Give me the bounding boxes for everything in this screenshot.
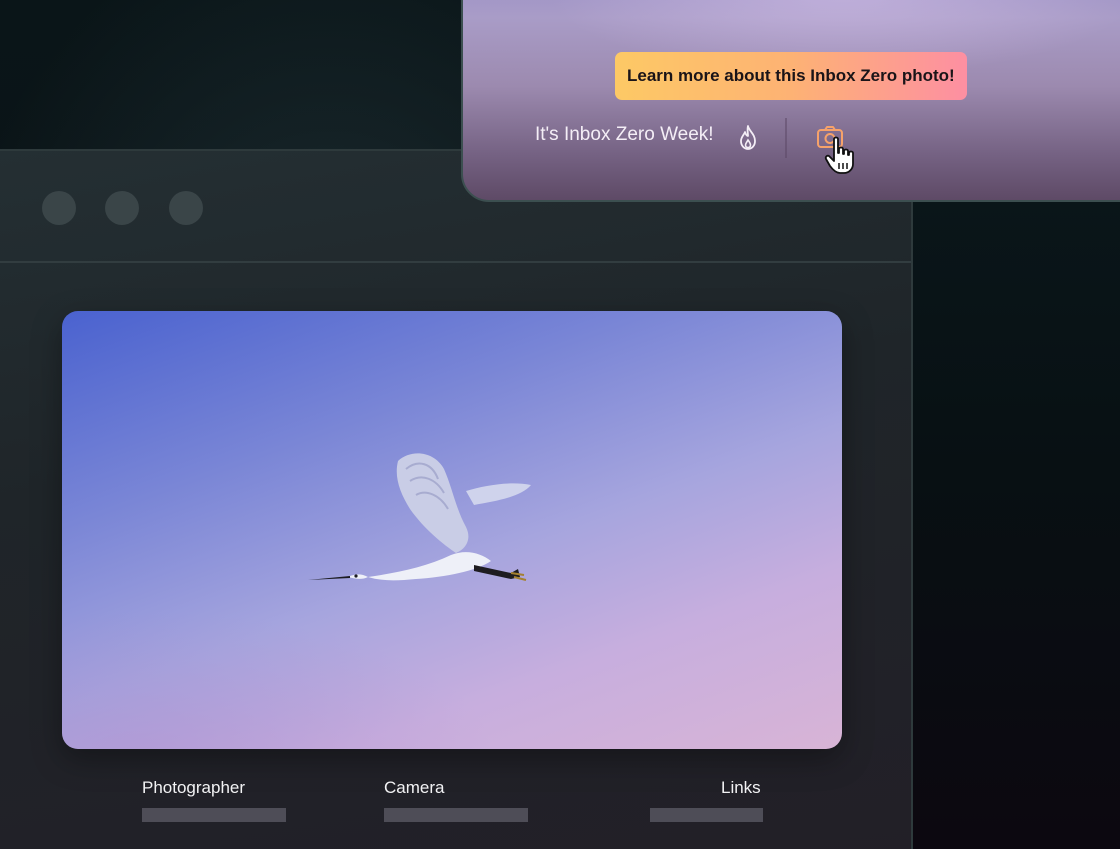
photo-info-panel: Learn more about this Inbox Zero photo! … <box>461 0 1120 202</box>
window-dot-3[interactable] <box>169 191 203 225</box>
camera-value-placeholder <box>384 808 528 822</box>
flame-icon <box>740 125 756 150</box>
links-label: Links <box>721 778 761 797</box>
egret-in-flight-icon <box>308 453 531 581</box>
app-window: Photographer Camera Links <box>0 149 913 849</box>
camera-label: Camera <box>384 778 445 797</box>
links-value-placeholder[interactable] <box>650 808 763 822</box>
window-dot-2[interactable] <box>105 191 139 225</box>
desktop-background: Photographer Camera Links Learn more abo… <box>0 0 1120 849</box>
window-dot-1[interactable] <box>42 191 76 225</box>
photographer-label: Photographer <box>142 778 246 797</box>
photographer-value-placeholder <box>142 808 286 822</box>
learn-more-tooltip[interactable]: Learn more about this Inbox Zero photo! <box>615 52 967 100</box>
hand-pointer-icon <box>824 136 854 174</box>
inbox-zero-week-text: It's Inbox Zero Week! <box>535 124 714 145</box>
panel-divider <box>785 118 787 158</box>
featured-photo <box>62 311 842 749</box>
